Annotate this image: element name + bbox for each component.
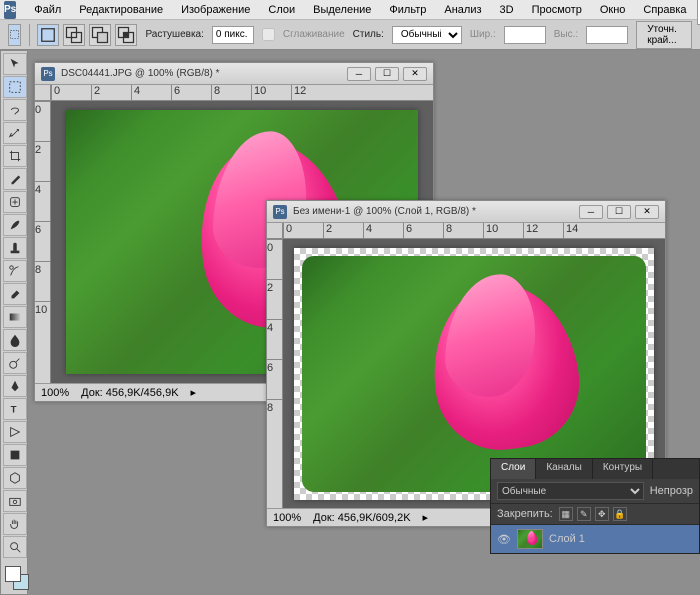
layer-item[interactable]: 👁 Слой 1 (491, 525, 699, 553)
menu-analysis[interactable]: Анализ (436, 1, 489, 19)
history-brush-tool-icon[interactable] (3, 260, 27, 282)
doc-icon: Ps (273, 205, 287, 219)
chevron-right-icon[interactable]: ▸ (191, 386, 197, 399)
ruler-vertical[interactable]: 0246810 (35, 101, 51, 383)
lock-label: Закрепить: (497, 508, 553, 520)
ruler-vertical[interactable]: 02468 (267, 239, 283, 508)
marquee-rect-icon[interactable] (37, 24, 59, 46)
doc2-docsize[interactable]: Док: 456,9K/609,2K (313, 512, 410, 524)
feather-label: Растушевка: (145, 29, 203, 40)
doc1-titlebar[interactable]: Ps DSC04441.JPG @ 100% (RGB/8) * ─ ☐ ✕ (35, 63, 433, 85)
style-label: Стиль: (353, 29, 384, 40)
doc1-zoom[interactable]: 100% (41, 387, 69, 399)
menu-select[interactable]: Выделение (305, 1, 379, 19)
dodge-tool-icon[interactable] (3, 352, 27, 374)
menu-image[interactable]: Изображение (173, 1, 258, 19)
camera-tool-icon[interactable] (3, 490, 27, 512)
refine-edge-button[interactable]: Уточн. край... (636, 21, 692, 49)
type-tool-icon[interactable]: T (3, 398, 27, 420)
menu-bar: Ps Файл Редактирование Изображение Слои … (0, 0, 700, 20)
close-icon[interactable]: ✕ (403, 67, 427, 81)
menu-file[interactable]: Файл (26, 1, 69, 19)
3d-tool-icon[interactable] (3, 467, 27, 489)
doc1-docsize[interactable]: Док: 456,9K/456,9K (81, 387, 178, 399)
tab-channels[interactable]: Каналы (536, 459, 593, 479)
menu-window[interactable]: Окно (592, 1, 634, 19)
menu-filter[interactable]: Фильтр (381, 1, 434, 19)
toolbox: T (0, 50, 28, 595)
feather-input[interactable] (212, 26, 254, 44)
color-swatches[interactable] (5, 566, 29, 590)
lasso-tool-icon[interactable] (3, 99, 27, 121)
chevron-right-icon[interactable]: ▸ (423, 511, 429, 524)
marquee-add-icon[interactable] (63, 24, 85, 46)
doc2-zoom[interactable]: 100% (273, 512, 301, 524)
menu-edit[interactable]: Редактирование (71, 1, 171, 19)
minimize-icon[interactable]: ─ (579, 205, 603, 219)
antialias-checkbox (262, 28, 275, 41)
ruler-corner (267, 223, 283, 239)
opacity-label: Непрозр (650, 485, 693, 497)
svg-text:T: T (11, 405, 17, 416)
move-tool-icon[interactable] (3, 53, 27, 75)
lock-all-icon[interactable]: 🔒 (613, 507, 627, 521)
close-icon[interactable]: ✕ (635, 205, 659, 219)
options-bar: Растушевка: Сглаживание Стиль: Обычный Ш… (0, 20, 700, 50)
path-tool-icon[interactable] (3, 421, 27, 443)
maximize-icon[interactable]: ☐ (375, 67, 399, 81)
layer-thumbnail[interactable] (517, 529, 543, 549)
tab-paths[interactable]: Контуры (593, 459, 653, 479)
tab-layers[interactable]: Слои (491, 459, 536, 479)
pen-tool-icon[interactable] (3, 375, 27, 397)
blur-tool-icon[interactable] (3, 329, 27, 351)
layer-name[interactable]: Слой 1 (549, 533, 585, 545)
marquee-sub-icon[interactable] (89, 24, 111, 46)
marquee-tool-icon[interactable] (3, 76, 27, 98)
doc2-titlebar[interactable]: Ps Без имени-1 @ 100% (Слой 1, RGB/8) * … (267, 201, 665, 223)
menu-3d[interactable]: 3D (492, 1, 522, 19)
crop-tool-icon[interactable] (3, 145, 27, 167)
healing-tool-icon[interactable] (3, 191, 27, 213)
marquee-intersect-icon[interactable] (115, 24, 137, 46)
style-select[interactable]: Обычный (392, 26, 462, 44)
width-label: Шир.: (470, 29, 496, 40)
width-input (504, 26, 546, 44)
height-input (586, 26, 628, 44)
doc-icon: Ps (41, 67, 55, 81)
tulip-image-rounded (302, 256, 646, 492)
shape-tool-icon[interactable] (3, 444, 27, 466)
doc2-title: Без имени-1 @ 100% (Слой 1, RGB/8) * (293, 206, 476, 217)
menu-help[interactable]: Справка (635, 1, 694, 19)
ruler-horizontal[interactable]: 024681012 (51, 85, 433, 101)
eyedropper-tool-icon[interactable] (3, 168, 27, 190)
ruler-horizontal[interactable]: 02468101214 (283, 223, 665, 239)
ruler-corner (35, 85, 51, 101)
zoom-tool-icon[interactable] (3, 536, 27, 558)
antialias-label: Сглаживание (283, 29, 345, 40)
maximize-icon[interactable]: ☐ (607, 205, 631, 219)
app-logo: Ps (4, 1, 16, 19)
eraser-tool-icon[interactable] (3, 283, 27, 305)
menu-view[interactable]: Просмотр (524, 1, 590, 19)
lock-transparency-icon[interactable]: ▦ (559, 507, 573, 521)
stamp-tool-icon[interactable] (3, 237, 27, 259)
layers-panel[interactable]: Слои Каналы Контуры Обычные Непрозр Закр… (490, 458, 700, 554)
hand-tool-icon[interactable] (3, 513, 27, 535)
lock-position-icon[interactable]: ✥ (595, 507, 609, 521)
gradient-tool-icon[interactable] (3, 306, 27, 328)
screen-mode-icon[interactable]: ▦ ▾ (697, 0, 700, 25)
minimize-icon[interactable]: ─ (347, 67, 371, 81)
blend-mode-select[interactable]: Обычные (497, 482, 644, 500)
visibility-icon[interactable]: 👁 (497, 532, 511, 546)
wand-tool-icon[interactable] (3, 122, 27, 144)
tool-preset-icon[interactable] (8, 24, 21, 46)
menu-layers[interactable]: Слои (260, 1, 303, 19)
doc1-title: DSC04441.JPG @ 100% (RGB/8) * (61, 68, 220, 79)
lock-paint-icon[interactable]: ✎ (577, 507, 591, 521)
height-label: Выс.: (554, 29, 578, 40)
brush-tool-icon[interactable] (3, 214, 27, 236)
